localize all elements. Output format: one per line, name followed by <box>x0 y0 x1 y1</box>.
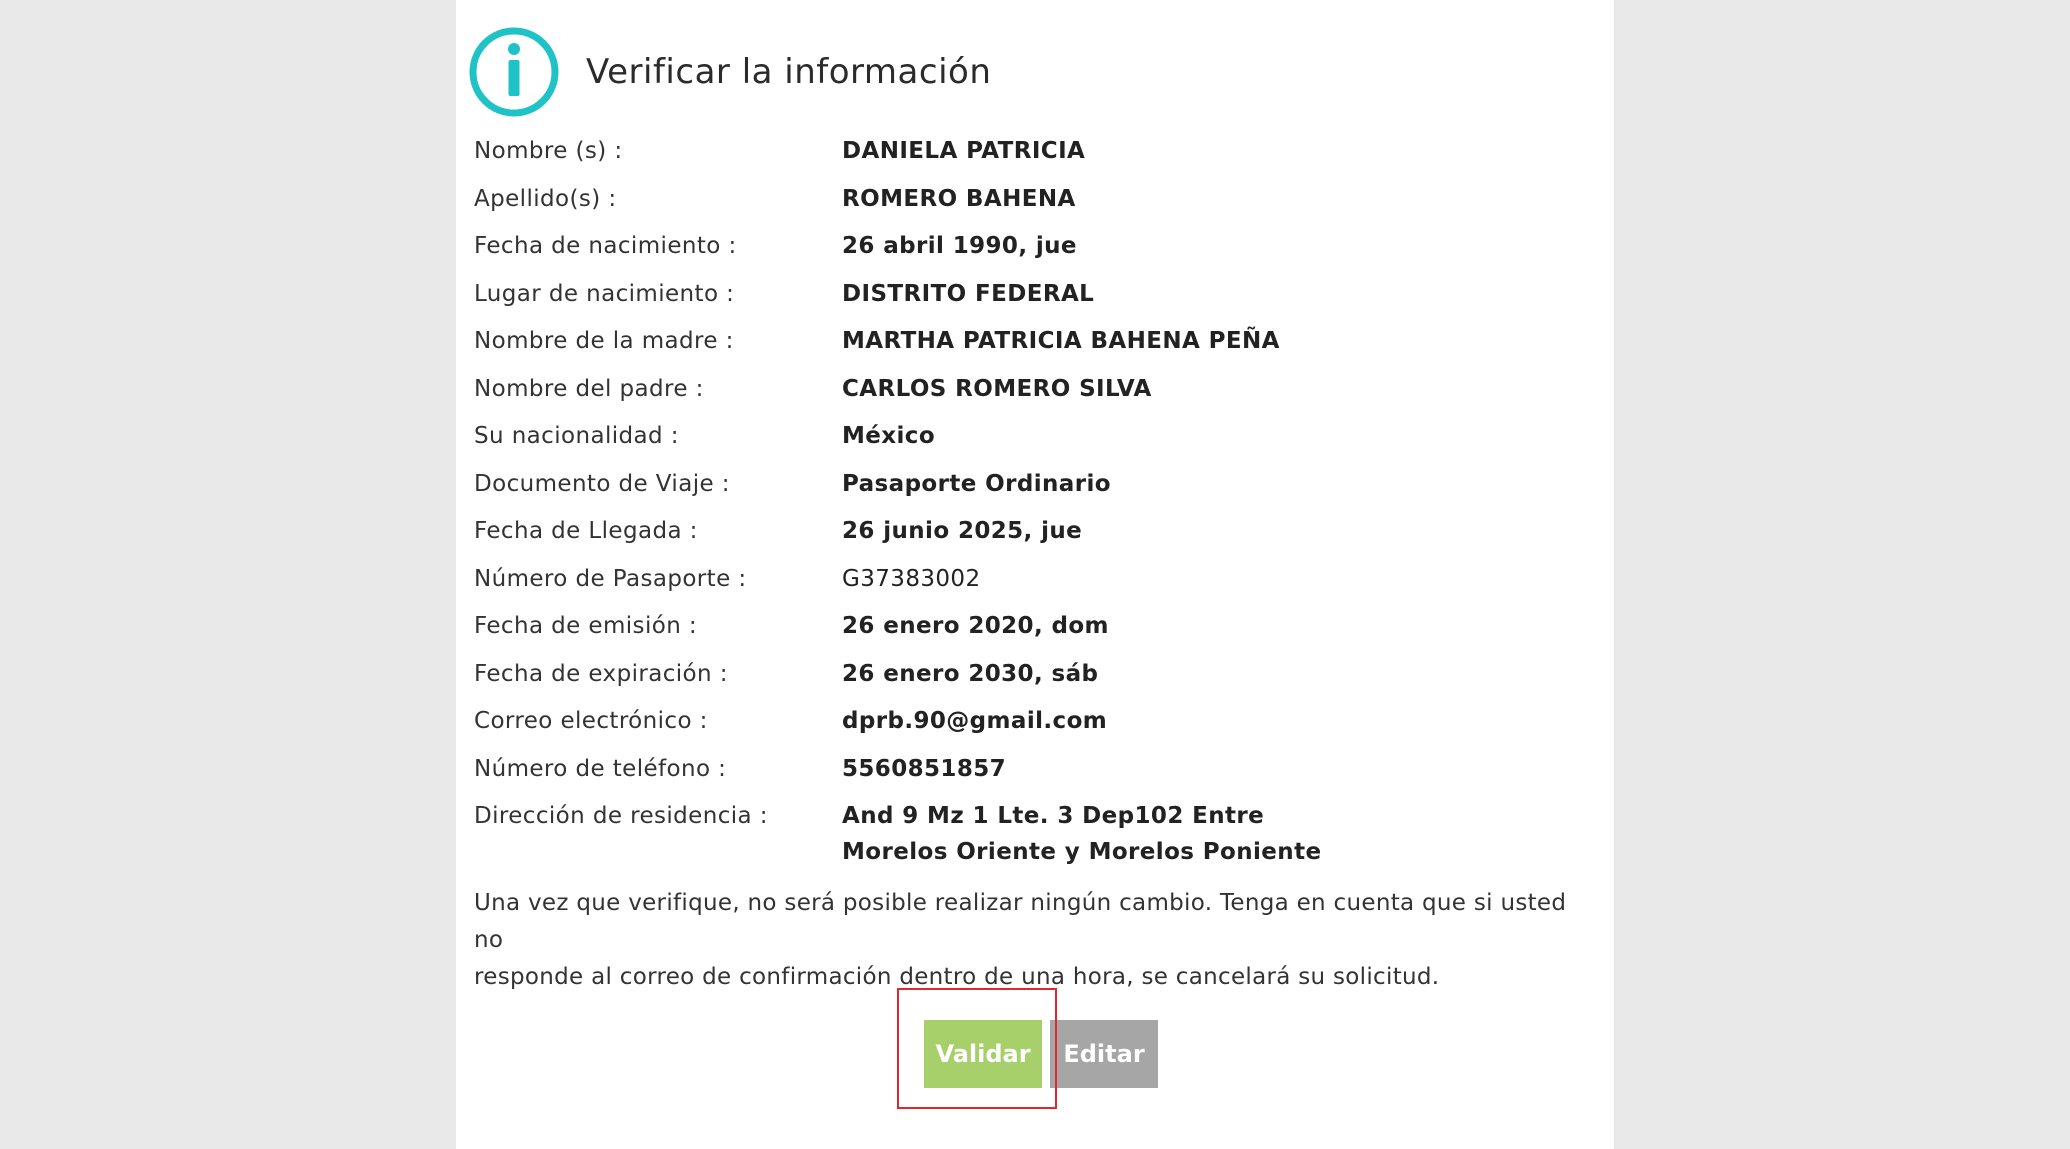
action-buttons: Validar Editar <box>924 1020 1158 1088</box>
field-value: 26 junio 2025, jue <box>842 518 1083 544</box>
address-line-1: And 9 Mz 1 Lte. 3 Dep102 Entre <box>842 803 1265 829</box>
info-row-nationality: Su nacionalidad : México <box>474 418 1594 466</box>
field-label: Fecha de emisión : <box>474 613 698 639</box>
field-label: Fecha de Llegada : <box>474 518 698 544</box>
field-value: DISTRITO FEDERAL <box>842 280 1095 307</box>
field-value: 26 enero 2020, dom <box>842 613 1109 639</box>
field-label: Nombre del padre : <box>474 375 704 402</box>
edit-button[interactable]: Editar <box>1050 1020 1158 1088</box>
field-label: Número de Pasaporte : <box>474 565 747 592</box>
notice-line-1: Una vez que verifique, no será posible r… <box>474 890 1567 953</box>
validate-button[interactable]: Validar <box>924 1020 1042 1088</box>
info-row-passport-number: Número de Pasaporte : G37383002 <box>474 561 1594 609</box>
field-label: Su nacionalidad : <box>474 423 679 449</box>
field-value: México <box>842 423 936 449</box>
field-value: And 9 Mz 1 Lte. 3 Dep102 Entre Morelos O… <box>842 798 1321 870</box>
field-label: Fecha de nacimiento : <box>474 233 737 259</box>
field-label: Dirección de residencia : <box>474 803 768 829</box>
field-value: 5560851857 <box>842 755 1007 782</box>
field-label: Nombre de la madre : <box>474 328 734 354</box>
address-line-2: Morelos Oriente y Morelos Poniente <box>842 839 1322 865</box>
field-value: 26 enero 2030, sáb <box>842 660 1099 687</box>
info-row-expiration-date: Fecha de expiración : 26 enero 2030, sáb <box>474 656 1594 704</box>
field-label: Apellido(s) : <box>474 185 617 212</box>
info-list: Nombre (s) : DANIELA PATRICIA Apellido(s… <box>474 133 1594 882</box>
info-row-travel-document: Documento de Viaje : Pasaporte Ordinario <box>474 466 1594 514</box>
page-title: Verificar la información <box>586 52 992 92</box>
info-row-phone: Número de teléfono : 5560851857 <box>474 751 1594 799</box>
field-value: DANIELA PATRICIA <box>842 138 1086 164</box>
info-row-father-name: Nombre del padre : CARLOS ROMERO SILVA <box>474 371 1594 419</box>
field-label: Fecha de expiración : <box>474 660 728 687</box>
field-value: MARTHA PATRICIA BAHENA PEÑA <box>842 328 1280 354</box>
field-value: dprb.90@gmail.com <box>842 708 1108 734</box>
info-row-first-name: Nombre (s) : DANIELA PATRICIA <box>474 133 1594 181</box>
info-row-arrival-date: Fecha de Llegada : 26 junio 2025, jue <box>474 513 1594 561</box>
verification-notice: Una vez que verifique, no será posible r… <box>474 885 1594 996</box>
field-label: Nombre (s) : <box>474 138 623 164</box>
field-value: Pasaporte Ordinario <box>842 470 1111 497</box>
info-row-address: Dirección de residencia : And 9 Mz 1 Lte… <box>474 798 1594 882</box>
info-row-last-name: Apellido(s) : ROMERO BAHENA <box>474 181 1594 229</box>
field-label: Documento de Viaje : <box>474 470 730 497</box>
field-value: CARLOS ROMERO SILVA <box>842 375 1152 402</box>
info-icon <box>469 27 559 117</box>
field-label: Lugar de nacimiento : <box>474 280 735 307</box>
field-value: G37383002 <box>842 565 981 592</box>
info-row-mother-name: Nombre de la madre : MARTHA PATRICIA BAH… <box>474 323 1594 371</box>
info-row-issue-date: Fecha de emisión : 26 enero 2020, dom <box>474 608 1594 656</box>
info-row-email: Correo electrónico : dprb.90@gmail.com <box>474 703 1594 751</box>
verification-panel: Verificar la información Nombre (s) : DA… <box>456 0 1614 1149</box>
notice-line-2: responde al correo de confirmación dentr… <box>474 964 1440 990</box>
panel-header: Verificar la información <box>468 24 991 120</box>
field-label: Número de teléfono : <box>474 755 727 782</box>
info-row-birth-place: Lugar de nacimiento : DISTRITO FEDERAL <box>474 276 1594 324</box>
field-value: ROMERO BAHENA <box>842 185 1076 212</box>
info-row-birth-date: Fecha de nacimiento : 26 abril 1990, jue <box>474 228 1594 276</box>
field-label: Correo electrónico : <box>474 708 708 734</box>
field-value: 26 abril 1990, jue <box>842 233 1077 259</box>
